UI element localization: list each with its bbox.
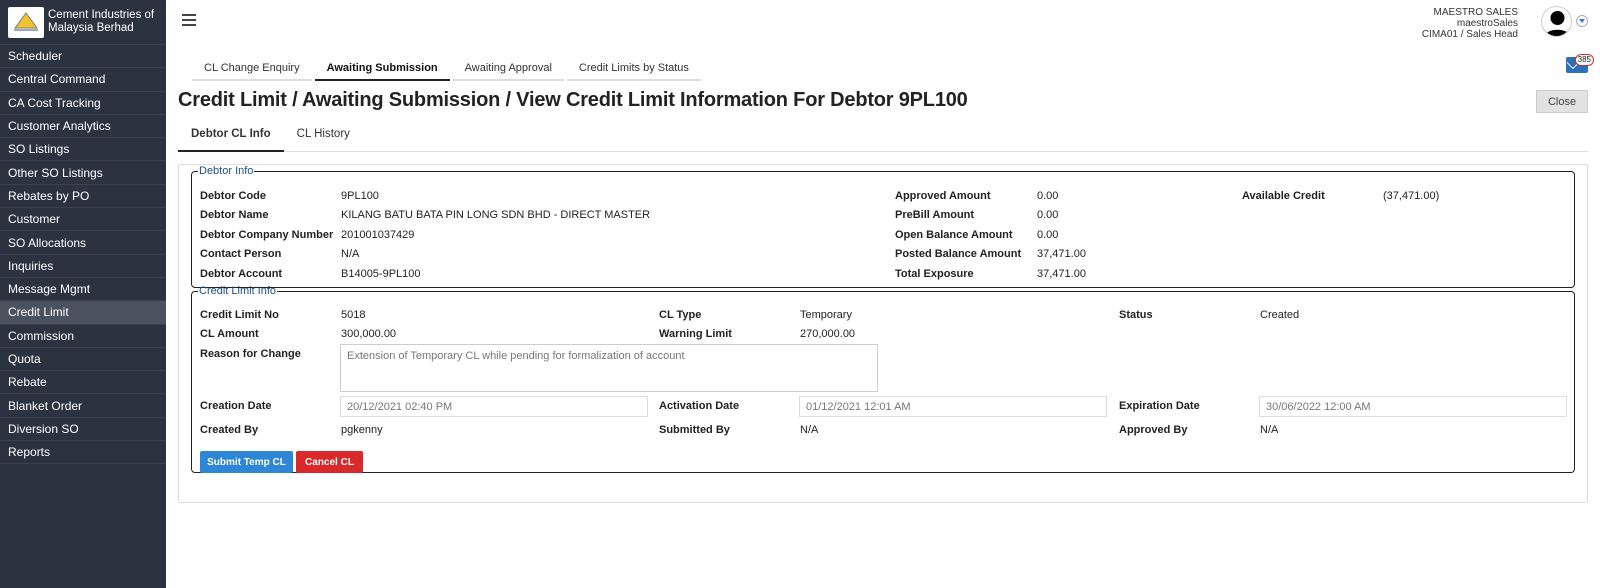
hamburger-menu-icon[interactable] xyxy=(182,14,196,26)
submitted-by-value: N/A xyxy=(800,424,819,436)
company-number-label: Debtor Company Number xyxy=(200,229,334,241)
reason-label: Reason for Change xyxy=(200,348,301,360)
debtor-info-section: Debtor Info Debtor Code 9PL100 Debtor Na… xyxy=(191,165,1575,288)
debtor-account-label: Debtor Account xyxy=(200,268,283,280)
sub-tabs: Debtor CL Info CL History xyxy=(178,123,1588,152)
submit-temp-cl-button[interactable]: Submit Temp CL xyxy=(200,451,293,473)
debtor-code-label: Debtor Code xyxy=(200,190,266,202)
user-name: MAESTRO SALES xyxy=(1433,7,1518,18)
warning-limit-label: Warning Limit xyxy=(659,328,732,340)
approved-by-label: Approved By xyxy=(1119,424,1188,436)
total-exposure-value: 37,471.00 xyxy=(1037,268,1086,280)
sidebar-item-scheduler[interactable]: Scheduler xyxy=(0,45,166,69)
sidebar-item-so-listings[interactable]: SO Listings xyxy=(0,138,166,162)
created-by-value: pgkenny xyxy=(341,424,383,436)
debtor-account-value: B14005-9PL100 xyxy=(341,268,421,280)
posted-balance-label: Posted Balance Amount xyxy=(895,248,1022,260)
content-card: Debtor Info Debtor Code 9PL100 Debtor Na… xyxy=(178,164,1588,503)
tab-cl-history[interactable]: CL History xyxy=(284,123,363,152)
top-tabs: CL Change Enquiry Awaiting Submission Aw… xyxy=(192,58,704,81)
sidebar-item-inquiries[interactable]: Inquiries xyxy=(0,255,166,278)
company-logo xyxy=(8,6,44,38)
status-value: Created xyxy=(1260,309,1300,321)
tab-awaiting-submission[interactable]: Awaiting Submission xyxy=(314,58,450,81)
expiration-date-field[interactable]: 30/06/2022 12:00 AM xyxy=(1259,396,1567,417)
sidebar-item-diversion-so[interactable]: Diversion SO xyxy=(0,418,166,442)
sidebar-item-central-command[interactable]: Central Command xyxy=(0,68,166,92)
sidebar-item-blanket-order[interactable]: Blanket Order xyxy=(0,394,166,418)
sidebar-item-commission[interactable]: Commission xyxy=(0,325,166,348)
available-credit-value: (37,471.00) xyxy=(1383,190,1440,202)
sidebar-item-message-mgmt[interactable]: Message Mgmt xyxy=(0,278,166,302)
close-button[interactable]: Close xyxy=(1536,90,1588,113)
status-label: Status xyxy=(1119,309,1153,321)
debtor-name-value: KILANG BATU BATA PIN LONG SDN BHD - DIRE… xyxy=(341,209,651,221)
total-exposure-label: Total Exposure xyxy=(895,268,974,280)
debtor-name-label: Debtor Name xyxy=(200,209,269,221)
activation-date-field[interactable]: 01/12/2021 12:01 AM xyxy=(799,396,1107,417)
tab-awaiting-approval[interactable]: Awaiting Approval xyxy=(452,58,564,81)
open-balance-value: 0.00 xyxy=(1037,229,1059,241)
contact-person-label: Contact Person xyxy=(200,248,282,260)
posted-balance-value: 37,471.00 xyxy=(1037,248,1086,260)
tab-cl-change-enquiry[interactable]: CL Change Enquiry xyxy=(192,58,312,81)
created-by-label: Created By xyxy=(200,424,259,436)
approved-amount-label: Approved Amount xyxy=(895,190,991,202)
sidebar-item-rebate[interactable]: Rebate xyxy=(0,371,166,395)
tab-credit-limits-by-status[interactable]: Credit Limits by Status xyxy=(566,58,701,81)
debtor-info-legend: Debtor Info xyxy=(199,165,254,177)
cl-type-value: Temporary xyxy=(800,309,852,321)
brand: Cement Industries of Malaysia Berhad xyxy=(0,0,166,45)
creation-date-label: Creation Date xyxy=(200,400,272,412)
brand-name-line2: Malaysia Berhad xyxy=(48,22,134,34)
sidebar-item-quota[interactable]: Quota xyxy=(0,348,166,372)
credit-limit-no-value: 5018 xyxy=(341,309,366,321)
activation-date-label: Activation Date xyxy=(659,400,740,412)
prebill-amount-value: 0.00 xyxy=(1037,209,1059,221)
company-number-value: 201001037429 xyxy=(341,229,415,241)
tab-debtor-cl-info[interactable]: Debtor CL Info xyxy=(178,123,284,152)
sidebar-item-customer[interactable]: Customer xyxy=(0,208,166,232)
mail-count-badge: 385 xyxy=(1574,54,1594,66)
avatar[interactable] xyxy=(1541,6,1572,37)
cl-amount-value: 300,000.00 xyxy=(341,328,397,340)
open-balance-label: Open Balance Amount xyxy=(895,229,1013,241)
credit-limit-info-legend: Credit Limit Info xyxy=(199,285,277,297)
sidebar: Cement Industries of Malaysia Berhad Sch… xyxy=(0,0,166,588)
available-credit-label: Available Credit xyxy=(1242,190,1325,202)
sidebar-item-rebates-by-po[interactable]: Rebates by PO xyxy=(0,185,166,209)
user-login: maestroSales xyxy=(1456,18,1518,29)
sidebar-item-ca-cost-tracking[interactable]: CA Cost Tracking xyxy=(0,92,166,115)
prebill-amount-label: PreBill Amount xyxy=(895,209,975,221)
sidebar-item-customer-analytics[interactable]: Customer Analytics xyxy=(0,115,166,139)
page-title: Credit Limit / Awaiting Submission / Vie… xyxy=(178,89,968,111)
sidebar-item-other-so-listings[interactable]: Other SO Listings xyxy=(0,161,166,185)
user-info: MAESTRO SALES maestroSales CIMA01 / Sale… xyxy=(1422,7,1518,40)
credit-limit-no-label: Credit Limit No xyxy=(200,309,279,321)
sidebar-item-credit-limit[interactable]: Credit Limit xyxy=(0,301,166,325)
warning-limit-value: 270,000.00 xyxy=(800,328,856,340)
sidebar-item-so-allocations[interactable]: SO Allocations xyxy=(0,231,166,255)
cl-type-label: CL Type xyxy=(659,309,702,321)
approved-by-value: N/A xyxy=(1260,424,1279,436)
brand-name-line1: Cement Industries of xyxy=(48,9,155,21)
debtor-code-value: 9PL100 xyxy=(341,190,379,202)
expiration-date-label: Expiration Date xyxy=(1119,400,1200,412)
mail-icon[interactable]: 385 xyxy=(1566,54,1594,73)
contact-person-value: N/A xyxy=(341,248,360,260)
sidebar-menu: Scheduler Central Command CA Cost Tracking… xyxy=(0,45,166,465)
submitted-by-label: Submitted By xyxy=(659,424,730,436)
creation-date-field[interactable]: 20/12/2021 02:40 PM xyxy=(340,396,648,417)
topbar: MAESTRO SALES maestroSales CIMA01 / Sale… xyxy=(166,0,1600,45)
sidebar-item-reports[interactable]: Reports xyxy=(0,441,166,465)
user-role: CIMA01 / Sales Head xyxy=(1421,29,1518,40)
approved-amount-value: 0.00 xyxy=(1037,190,1059,202)
reason-textarea[interactable]: Extension of Temporary CL while pending … xyxy=(340,344,878,392)
cl-amount-label: CL Amount xyxy=(200,328,259,340)
cancel-cl-button[interactable]: Cancel CL xyxy=(296,451,363,473)
user-dropdown-icon[interactable] xyxy=(1576,15,1588,27)
credit-limit-info-section: Credit Limit Info Credit Limit No 5018 C… xyxy=(191,285,1575,473)
